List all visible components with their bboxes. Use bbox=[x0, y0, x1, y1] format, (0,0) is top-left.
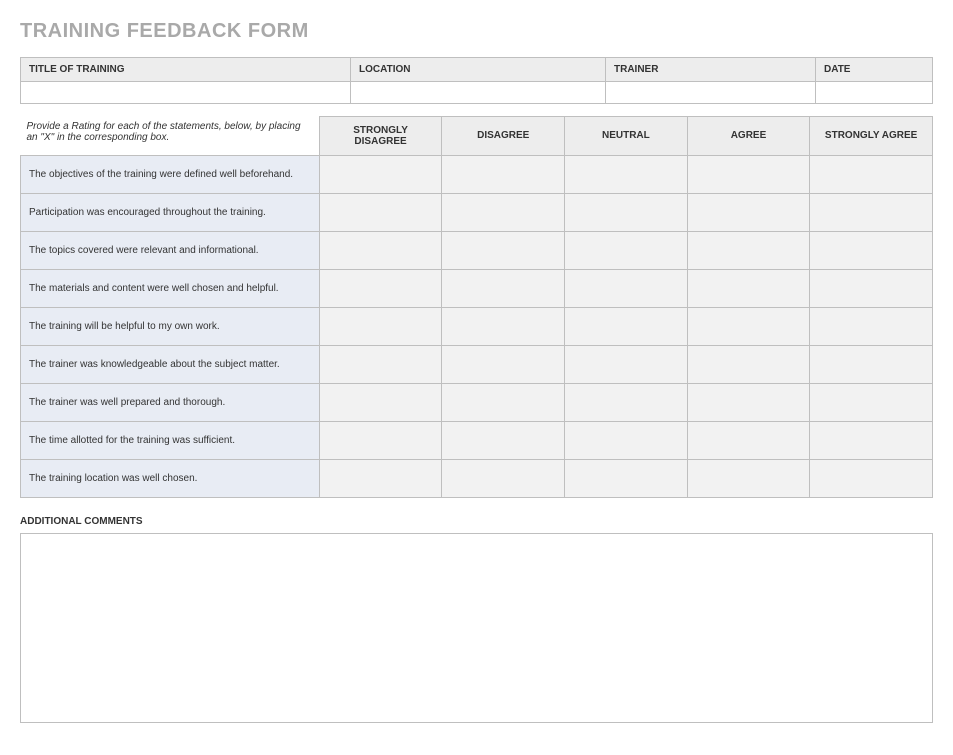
rating-row: The time allotted for the training was s… bbox=[21, 421, 933, 459]
rating-statement: The topics covered were relevant and inf… bbox=[21, 231, 320, 269]
input-date[interactable] bbox=[816, 82, 933, 104]
rating-cell-neutral[interactable] bbox=[565, 459, 688, 497]
rating-cell-neutral[interactable] bbox=[565, 383, 688, 421]
rating-cell-agree[interactable] bbox=[687, 307, 810, 345]
rating-cell-strongly-agree[interactable] bbox=[810, 421, 933, 459]
rating-cell-strongly-disagree[interactable] bbox=[319, 155, 442, 193]
rating-cell-strongly-disagree[interactable] bbox=[319, 459, 442, 497]
rating-statement: Participation was encouraged throughout … bbox=[21, 193, 320, 231]
rating-statement: The materials and content were well chos… bbox=[21, 269, 320, 307]
rating-cell-neutral[interactable] bbox=[565, 193, 688, 231]
header-title-of-training: TITLE OF TRAINING bbox=[21, 58, 351, 82]
rating-cell-agree[interactable] bbox=[687, 193, 810, 231]
rating-cell-agree[interactable] bbox=[687, 383, 810, 421]
rating-statement: The trainer was well prepared and thorou… bbox=[21, 383, 320, 421]
rating-cell-strongly-disagree[interactable] bbox=[319, 231, 442, 269]
page-title: TRAINING FEEDBACK FORM bbox=[20, 20, 933, 43]
rating-row: The training location was well chosen. bbox=[21, 459, 933, 497]
rating-cell-strongly-disagree[interactable] bbox=[319, 345, 442, 383]
rating-cell-strongly-agree[interactable] bbox=[810, 193, 933, 231]
rating-cell-disagree[interactable] bbox=[442, 307, 565, 345]
rating-cell-disagree[interactable] bbox=[442, 459, 565, 497]
header-neutral: NEUTRAL bbox=[565, 117, 688, 156]
header-date: DATE bbox=[816, 58, 933, 82]
rating-cell-agree[interactable] bbox=[687, 269, 810, 307]
rating-cell-agree[interactable] bbox=[687, 345, 810, 383]
rating-cell-neutral[interactable] bbox=[565, 307, 688, 345]
rating-row: The objectives of the training were defi… bbox=[21, 155, 933, 193]
rating-cell-disagree[interactable] bbox=[442, 231, 565, 269]
rating-row: Participation was encouraged throughout … bbox=[21, 193, 933, 231]
header-agree: AGREE bbox=[687, 117, 810, 156]
rating-statement: The training location was well chosen. bbox=[21, 459, 320, 497]
rating-cell-neutral[interactable] bbox=[565, 345, 688, 383]
rating-instructions: Provide a Rating for each of the stateme… bbox=[21, 117, 320, 156]
rating-cell-neutral[interactable] bbox=[565, 231, 688, 269]
rating-cell-strongly-agree[interactable] bbox=[810, 231, 933, 269]
rating-statement: The training will be helpful to my own w… bbox=[21, 307, 320, 345]
rating-cell-strongly-agree[interactable] bbox=[810, 155, 933, 193]
rating-cell-disagree[interactable] bbox=[442, 269, 565, 307]
rating-cell-neutral[interactable] bbox=[565, 269, 688, 307]
rating-statement: The objectives of the training were defi… bbox=[21, 155, 320, 193]
rating-row: The training will be helpful to my own w… bbox=[21, 307, 933, 345]
rating-cell-disagree[interactable] bbox=[442, 383, 565, 421]
header-strongly-agree: STRONGLY AGREE bbox=[810, 117, 933, 156]
rating-cell-strongly-disagree[interactable] bbox=[319, 269, 442, 307]
input-trainer[interactable] bbox=[606, 82, 816, 104]
rating-cell-strongly-disagree[interactable] bbox=[319, 193, 442, 231]
rating-row: The materials and content were well chos… bbox=[21, 269, 933, 307]
rating-cell-strongly-agree[interactable] bbox=[810, 269, 933, 307]
rating-statement: The time allotted for the training was s… bbox=[21, 421, 320, 459]
header-trainer: TRAINER bbox=[606, 58, 816, 82]
rating-cell-strongly-disagree[interactable] bbox=[319, 307, 442, 345]
rating-cell-strongly-agree[interactable] bbox=[810, 383, 933, 421]
rating-cell-disagree[interactable] bbox=[442, 421, 565, 459]
input-title-of-training[interactable] bbox=[21, 82, 351, 104]
rating-statement: The trainer was knowledgeable about the … bbox=[21, 345, 320, 383]
rating-cell-neutral[interactable] bbox=[565, 155, 688, 193]
header-location: LOCATION bbox=[351, 58, 606, 82]
comments-label: ADDITIONAL COMMENTS bbox=[20, 516, 933, 527]
rating-cell-neutral[interactable] bbox=[565, 421, 688, 459]
rating-row: The trainer was well prepared and thorou… bbox=[21, 383, 933, 421]
rating-cell-disagree[interactable] bbox=[442, 155, 565, 193]
rating-cell-disagree[interactable] bbox=[442, 193, 565, 231]
input-location[interactable] bbox=[351, 82, 606, 104]
rating-cell-disagree[interactable] bbox=[442, 345, 565, 383]
header-disagree: DISAGREE bbox=[442, 117, 565, 156]
rating-table: Provide a Rating for each of the stateme… bbox=[20, 116, 933, 498]
rating-cell-agree[interactable] bbox=[687, 421, 810, 459]
rating-cell-strongly-disagree[interactable] bbox=[319, 421, 442, 459]
rating-cell-strongly-agree[interactable] bbox=[810, 307, 933, 345]
rating-cell-strongly-agree[interactable] bbox=[810, 345, 933, 383]
rating-row: The trainer was knowledgeable about the … bbox=[21, 345, 933, 383]
header-strongly-disagree: STRONGLY DISAGREE bbox=[319, 117, 442, 156]
rating-cell-agree[interactable] bbox=[687, 459, 810, 497]
rating-cell-agree[interactable] bbox=[687, 231, 810, 269]
rating-cell-agree[interactable] bbox=[687, 155, 810, 193]
comments-textarea[interactable] bbox=[20, 533, 933, 723]
rating-cell-strongly-agree[interactable] bbox=[810, 459, 933, 497]
rating-cell-strongly-disagree[interactable] bbox=[319, 383, 442, 421]
rating-row: The topics covered were relevant and inf… bbox=[21, 231, 933, 269]
info-table: TITLE OF TRAINING LOCATION TRAINER DATE bbox=[20, 57, 933, 104]
